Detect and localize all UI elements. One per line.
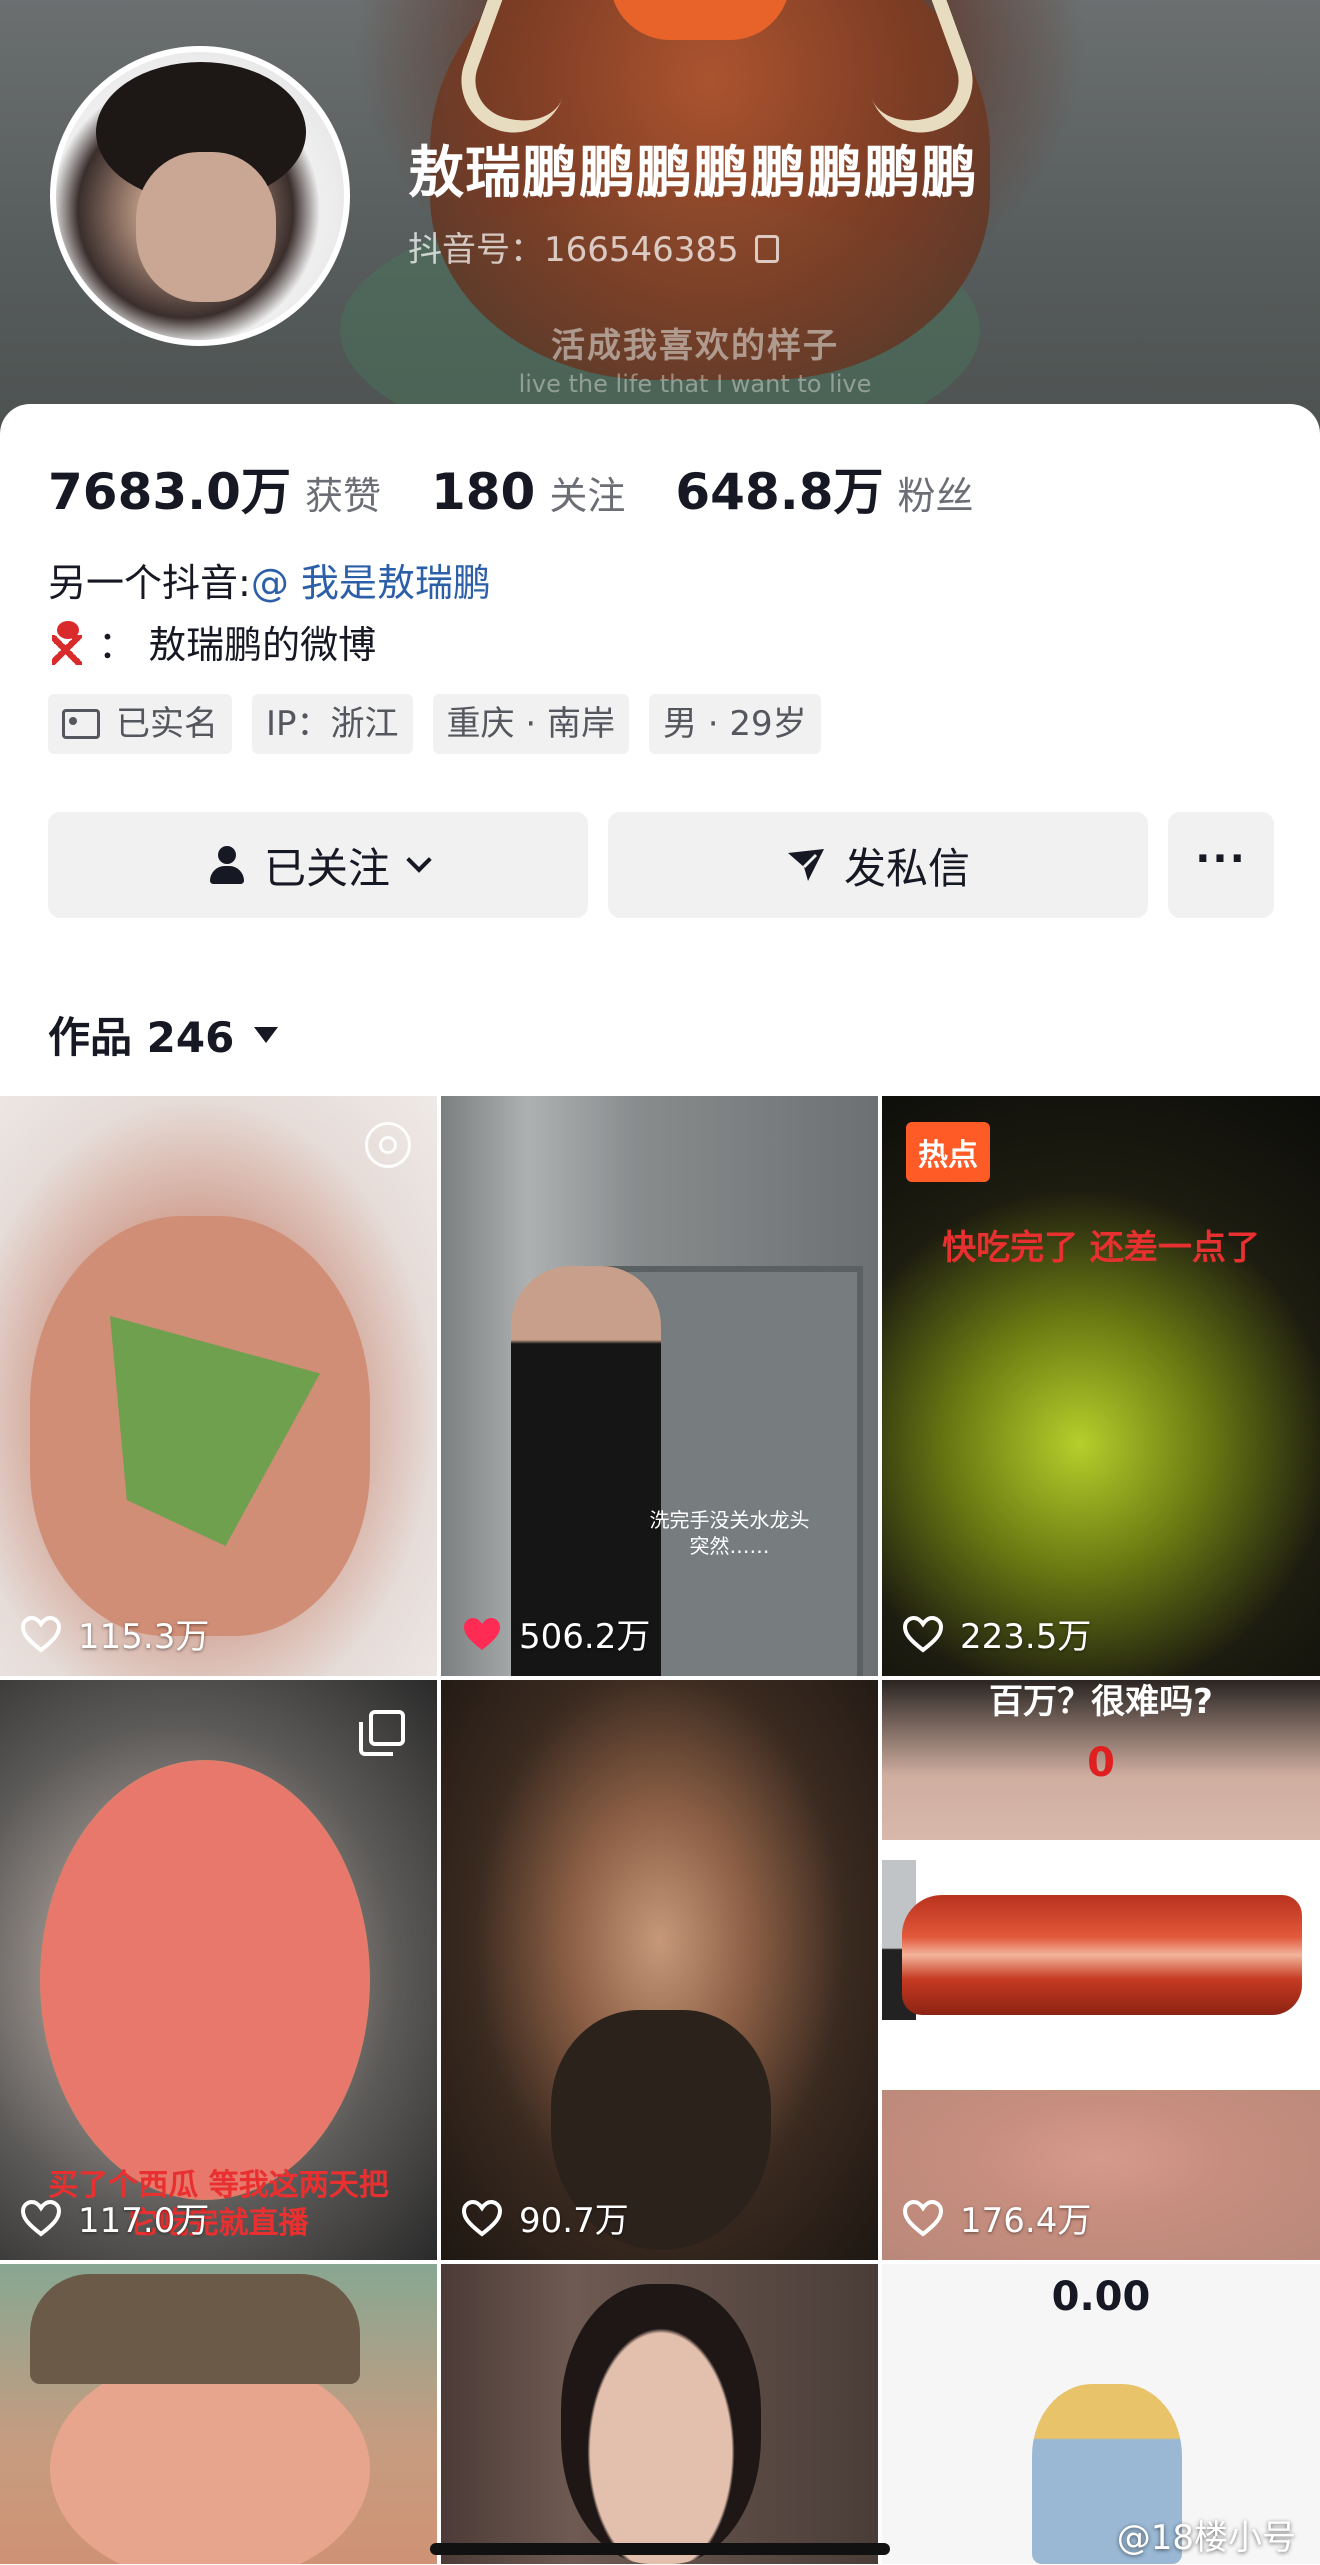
video-top-number: 0.00 — [1051, 2274, 1151, 2320]
stat-following-label: 关注 — [549, 474, 626, 518]
user-check-icon — [208, 844, 250, 886]
video-caption-1: 洗完手没关水龙头 — [649, 1508, 810, 1532]
tag-ip: IP：浙江 — [252, 694, 413, 754]
stat-likes[interactable]: 7683.0万 获赞 — [48, 452, 381, 524]
banner-slogan-en: live the life that I want to live — [518, 370, 872, 398]
like-count: 117.0万 — [20, 2193, 209, 2242]
like-count: 223.5万 — [902, 1609, 1091, 1658]
like-count-value: 117.0万 — [78, 2201, 210, 2241]
stat-likes-label: 获赞 — [304, 474, 381, 518]
hot-badge: 热点 — [906, 1122, 990, 1182]
stat-following[interactable]: 180 关注 — [431, 463, 625, 521]
video-caption-2: 突然…… — [689, 1534, 770, 1558]
stats-row: 7683.0万 获赞 180 关注 648.8万 粉丝 — [48, 452, 1024, 524]
followed-button-label: 已关注 — [263, 843, 390, 893]
profile-tags: 已实名 IP：浙江 重庆 · 南岸 男 · 29岁 — [48, 694, 841, 754]
like-count-value: 223.5万 — [960, 1617, 1092, 1657]
video-thumbnail[interactable]: 买了个西瓜 等我这两天把 它吃完就直播 117.0万 — [0, 1680, 437, 2260]
profile-card: 7683.0万 获赞 180 关注 648.8万 粉丝 另一个抖音:@ 我是敖瑞… — [0, 404, 1320, 2565]
id-card-icon — [62, 709, 100, 739]
tag-gender-age: 男 · 29岁 — [648, 694, 821, 754]
video-counter: 0 — [1087, 1740, 1115, 1786]
heart-outline-icon — [20, 2199, 62, 2237]
ribbon-icon — [48, 619, 86, 665]
like-count: 506.2万 — [461, 1609, 650, 1658]
heart-outline-icon — [902, 1615, 944, 1653]
multi-image-icon — [359, 1710, 405, 1756]
video-thumbnail[interactable]: 115.3万 — [0, 1096, 437, 1676]
works-grid: 115.3万 洗完手没关水龙头 突然…… 506.2万 热点 快吃完了 还差一点… — [0, 1096, 1320, 2564]
stat-fans-label: 粉丝 — [897, 474, 974, 518]
profile-nickname: 敖瑞鹏鹏鹏鹏鹏鹏鹏鹏 — [408, 141, 978, 206]
chevron-down-icon — [406, 847, 432, 873]
video-thumbnail[interactable]: 洗完手没关水龙头 突然…… 506.2万 — [441, 1096, 878, 1676]
like-count-value: 176.4万 — [960, 2201, 1092, 2241]
video-thumbnail[interactable] — [0, 2264, 437, 2564]
copy-icon[interactable] — [754, 235, 779, 263]
heart-filled-icon — [464, 1617, 500, 1650]
stat-following-value: 180 — [430, 463, 536, 521]
douyin-id: 抖音号：166546385 — [408, 222, 779, 271]
send-message-button[interactable]: 发私信 — [608, 812, 1148, 918]
caret-down-icon — [254, 1026, 279, 1043]
bio-line-2-text: ： 敖瑞鹏的微博 — [98, 623, 377, 667]
video-overlay-text: 快吃完了 还差一点了 — [942, 1228, 1260, 1268]
like-count-value: 90.7万 — [519, 2201, 629, 2241]
like-count-value: 506.2万 — [519, 1617, 651, 1657]
heart-outline-icon — [461, 2199, 503, 2237]
works-tab-label: 作品 246 — [48, 1013, 235, 1062]
like-count-value: 115.3万 — [78, 1617, 210, 1657]
send-icon — [787, 849, 824, 881]
douyin-id-text: 抖音号：166546385 — [408, 230, 739, 270]
more-dots-icon: ··· — [1195, 836, 1247, 882]
more-button[interactable]: ··· — [1168, 812, 1274, 918]
send-message-label: 发私信 — [843, 843, 970, 893]
heart-outline-icon — [902, 2199, 944, 2237]
like-count: 115.3万 — [20, 1609, 209, 1658]
video-thumbnail[interactable]: 百万？很难吗? 0 176.4万 — [882, 1680, 1320, 2260]
video-thumbnail[interactable] — [441, 2264, 878, 2564]
watermark: @18楼小号 — [1116, 2518, 1296, 2558]
profile-actions: 已关注 发私信 ··· — [48, 812, 1274, 918]
live-photo-icon — [365, 1122, 411, 1168]
stat-likes-value: 7683.0万 — [48, 463, 291, 521]
followed-button[interactable]: 已关注 — [48, 812, 588, 918]
stat-fans[interactable]: 648.8万 粉丝 — [675, 452, 973, 524]
tag-verified-label: 已实名 — [116, 704, 218, 744]
video-top-text: 百万？很难吗? — [989, 1682, 1213, 1722]
bio-mention-link[interactable]: @ 我是敖瑞鹏 — [251, 561, 491, 605]
video-thumbnail[interactable]: 90.7万 — [441, 1680, 878, 2260]
bio-line-1: 另一个抖音:@ 我是敖瑞鹏 — [48, 552, 491, 607]
bio-line-2[interactable]: ： 敖瑞鹏的微博 — [48, 614, 376, 669]
tag-verified: 已实名 — [48, 694, 232, 754]
like-count: 176.4万 — [902, 2193, 1091, 2242]
home-indicator[interactable] — [430, 2543, 890, 2555]
stat-fans-value: 648.8万 — [675, 463, 884, 521]
heart-outline-icon — [20, 1615, 62, 1653]
bio-line-1-prefix: 另一个抖音: — [48, 561, 251, 605]
video-thumbnail[interactable]: 热点 快吃完了 还差一点了 223.5万 — [882, 1096, 1320, 1676]
like-count: 90.7万 — [461, 2193, 629, 2242]
works-tab[interactable]: 作品 246 — [48, 1004, 279, 1065]
tag-location: 重庆 · 南岸 — [432, 694, 629, 754]
avatar[interactable] — [50, 46, 350, 346]
